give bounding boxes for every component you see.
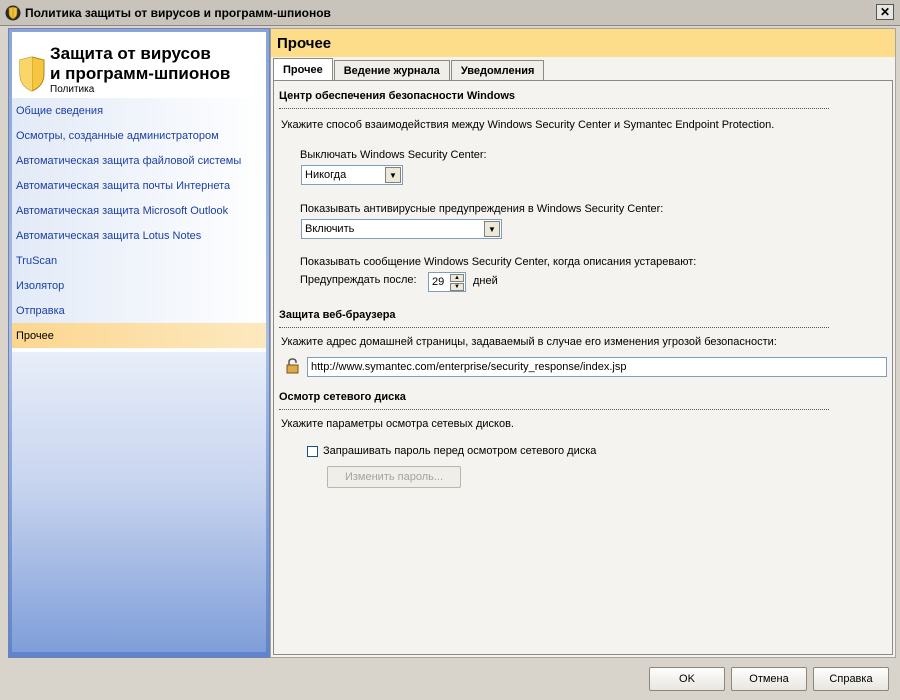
tab-label: Уведомления [460, 64, 535, 77]
title-bar: Политика защиты от вирусов и программ-шп… [0, 0, 900, 26]
days-label: дней [473, 275, 498, 287]
sidebar-panel: Защита от вирусов и программ-шпионов Пол… [12, 32, 266, 352]
sidebar-item-truscan[interactable]: TruScan [12, 248, 266, 273]
chevron-down-icon[interactable]: ▼ [385, 167, 401, 183]
shield-icon [5, 5, 21, 20]
stepper-up-icon[interactable]: ▲ [450, 274, 464, 282]
sidebar-item-label: Изолятор [16, 279, 65, 292]
homepage-value: http://www.symantec.com/enterprise/secur… [311, 361, 627, 373]
sidebar-item-misc[interactable]: Прочее [12, 323, 266, 348]
wsc-disable-select[interactable]: Никогда ▼ [301, 165, 403, 185]
sidebar-item-submission[interactable]: Отправка [12, 298, 266, 323]
warn-after-stepper[interactable]: 29 ▲ ▼ [428, 272, 466, 292]
help-button[interactable]: Справка [813, 667, 889, 691]
wsc-outdated-label: Показывать сообщение Windows Security Ce… [300, 256, 697, 268]
sidebar-heading-line2: и программ-шпионов [50, 64, 231, 83]
sidebar-item-general[interactable]: Общие сведения [12, 98, 266, 123]
sidebar-item-admin-scans[interactable]: Осмотры, созданные администратором [12, 123, 266, 148]
close-icon: ✕ [879, 5, 891, 19]
sidebar: Защита от вирусов и программ-шпионов Пол… [8, 28, 270, 658]
tab-label: Прочее [283, 63, 323, 76]
divider [279, 108, 829, 109]
wsc-alerts-select[interactable]: Включить ▼ [301, 219, 502, 239]
sidebar-background [12, 352, 266, 652]
homepage-input[interactable]: http://www.symantec.com/enterprise/secur… [307, 357, 887, 377]
tab-label: Ведение журнала [343, 64, 440, 77]
tab-notifications[interactable]: Уведомления [450, 60, 545, 80]
divider [279, 327, 829, 328]
warn-after-label: Предупреждать после: [300, 274, 417, 286]
page-title: Прочее [271, 29, 895, 57]
sidebar-heading-line1: Защита от вирусов [50, 44, 211, 63]
cancel-button[interactable]: Отмена [731, 667, 807, 691]
change-password-button[interactable]: Изменить пароль... [327, 466, 461, 488]
ok-button[interactable]: OK [649, 667, 725, 691]
sidebar-item-label: Автоматическая защита почты Интернета [16, 179, 231, 192]
padlock-icon[interactable] [284, 357, 302, 375]
sidebar-item-label: TruScan [16, 254, 58, 267]
main-panel: Прочее Прочее Ведение журнала Уведомлени… [270, 28, 896, 658]
button-label: Отмена [749, 673, 789, 685]
stepper-value: 29 [432, 276, 445, 288]
sidebar-item-outlook-autoprotect[interactable]: Автоматическая защита Microsoft Outlook [12, 198, 266, 223]
sidebar-item-label: Автоматическая защита файловой системы [16, 154, 242, 167]
wsc-alerts-label: Показывать антивирусные предупреждения в… [300, 203, 664, 215]
sidebar-item-label: Прочее [16, 329, 54, 342]
browser-section-title: Защита веб-браузера [279, 309, 396, 321]
ask-password-checkbox[interactable] [307, 446, 318, 457]
sidebar-item-internet-email-autoprotect[interactable]: Автоматическая защита почты Интернета [12, 173, 266, 198]
sidebar-item-label: Осмотры, созданные администратором [16, 129, 219, 142]
tab-logging[interactable]: Ведение журнала [333, 60, 450, 80]
wsc-description: Укажите способ взаимодействия между Wind… [281, 119, 775, 131]
wsc-section-title: Центр обеспечения безопасности Windows [279, 90, 515, 102]
sidebar-item-lotus-autoprotect[interactable]: Автоматическая защита Lotus Notes [12, 223, 266, 248]
netdrive-section-title: Осмотр сетевого диска [279, 391, 406, 403]
sidebar-header: Защита от вирусов и программ-шпионов Пол… [12, 32, 266, 98]
chevron-down-icon[interactable]: ▼ [484, 221, 500, 237]
close-button[interactable]: ✕ [876, 4, 894, 20]
ask-password-label: Запрашивать пароль перед осмотром сетево… [323, 445, 597, 457]
window-title: Политика защиты от вирусов и программ-шп… [25, 5, 331, 20]
window-frame: Защита от вирусов и программ-шпионов Пол… [0, 26, 900, 700]
sidebar-item-label: Общие сведения [16, 104, 104, 117]
button-label: Изменить пароль... [344, 471, 444, 483]
tab-bar: Прочее Ведение журнала Уведомления [273, 58, 545, 80]
sidebar-item-quarantine[interactable]: Изолятор [12, 273, 266, 298]
select-value: Никогда [305, 169, 347, 181]
sidebar-item-label: Автоматическая защита Microsoft Outlook [16, 204, 229, 217]
button-label: Справка [829, 673, 873, 685]
tab-content: Центр обеспечения безопасности Windows У… [273, 80, 893, 655]
sidebar-nav: Общие сведения Осмотры, созданные админи… [12, 98, 266, 348]
sidebar-item-filesystem-autoprotect[interactable]: Автоматическая защита файловой системы [12, 148, 266, 173]
button-label: OK [679, 673, 695, 685]
sidebar-subheading: Политика [50, 84, 95, 95]
browser-description: Укажите адрес домашней страницы, задавае… [281, 336, 777, 348]
tab-misc[interactable]: Прочее [273, 58, 333, 80]
select-value: Включить [305, 223, 355, 235]
divider [279, 409, 829, 410]
stepper-down-icon[interactable]: ▼ [450, 283, 464, 291]
wsc-disable-label: Выключать Windows Security Center: [300, 149, 487, 161]
netdrive-description: Укажите параметры осмотра сетевых дисков… [281, 418, 514, 430]
sidebar-item-label: Автоматическая защита Lotus Notes [16, 229, 202, 242]
sidebar-item-label: Отправка [16, 304, 65, 317]
shield-icon [19, 56, 45, 92]
